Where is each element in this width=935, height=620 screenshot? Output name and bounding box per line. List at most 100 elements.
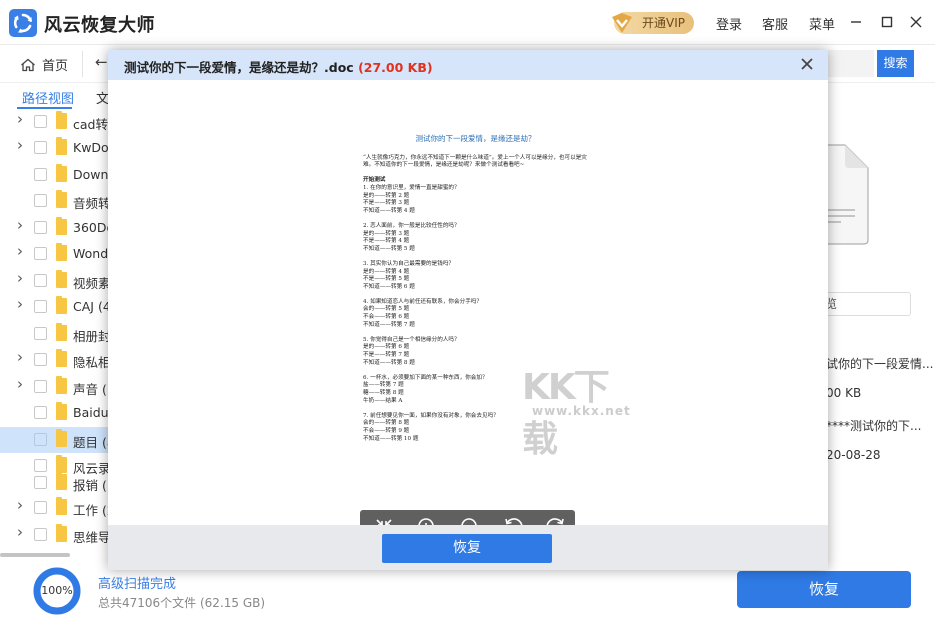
view-tabs: 路径视图 文 — [0, 83, 120, 109]
chevron-right-icon[interactable]: › — [17, 136, 23, 154]
question-text: 3. 其实你认为自己最需要的是钱吗？ — [363, 260, 455, 267]
tree-item-checkbox[interactable] — [34, 476, 47, 489]
chevron-right-icon[interactable]: › — [17, 523, 23, 541]
question-option: 不会——转第 6 题 — [363, 314, 410, 321]
tree-item-checkbox[interactable] — [34, 501, 47, 514]
preview-button[interactable]: 览 — [818, 292, 911, 316]
tree-item[interactable]: › cad转换 — [0, 109, 120, 135]
tree-item-checkbox[interactable] — [34, 433, 47, 446]
tree-item[interactable]: 题目 (8 — [0, 427, 120, 453]
folder-icon — [56, 111, 67, 129]
tree-item[interactable]: › 视频素材 — [0, 268, 120, 294]
tree-item-checkbox[interactable] — [34, 353, 47, 366]
home-button[interactable]: 首页 — [20, 55, 68, 74]
dialog-title: 测试你的下一段爱情，是缘还是劫？.doc (27.00 KB) — [124, 57, 433, 76]
tree-item-checkbox[interactable] — [34, 115, 47, 128]
chevron-right-icon[interactable]: › — [17, 348, 23, 366]
file-size-value: 00 KB — [826, 386, 862, 400]
app-window: 风云恢复大师 开通VIP 登录 客服 菜单 首页 ← 或路径 — [0, 0, 935, 620]
document-preview: 测试你的下一段爱情，是缘还是劫？ “人生就像巧克力，你永远不知道下一颗是什么味道… — [108, 80, 828, 544]
tree-item[interactable]: › Wonde — [0, 241, 120, 267]
minimize-icon[interactable] — [847, 12, 865, 30]
tree-item-checkbox[interactable] — [34, 274, 47, 287]
question-option: 不知道——转第 7 题 — [363, 321, 415, 328]
dialog-footer: 恢复 — [108, 525, 828, 570]
file-size: (27.00 KB) — [358, 60, 433, 75]
tree-item[interactable]: 音频转换 — [0, 188, 120, 214]
search-button[interactable]: 搜索 — [877, 50, 914, 77]
chevron-right-icon[interactable]: › — [17, 295, 23, 313]
maximize-icon[interactable] — [878, 12, 896, 30]
question-option: 会的——转第 5 题 — [363, 306, 410, 313]
menu-link[interactable]: 菜单 — [809, 14, 835, 33]
folder-icon — [56, 296, 67, 314]
folder-icon — [56, 243, 67, 261]
question-option: 不是——转第 5 题 — [363, 276, 410, 283]
chevron-right-icon[interactable]: › — [17, 496, 23, 514]
tree-item-checkbox[interactable] — [34, 221, 47, 234]
folder-icon — [56, 137, 67, 155]
document-page: 测试你的下一段爱情，是缘还是劫？ “人生就像巧克力，你永远不知道下一颗是什么味道… — [363, 135, 588, 443]
tree-item[interactable]: Downl — [0, 162, 120, 188]
question-option: 不是——转第 4 题 — [363, 238, 410, 245]
file-type-icon — [825, 144, 869, 245]
folder-icon — [56, 497, 67, 515]
vip-button[interactable]: 开通VIP — [612, 12, 694, 34]
question-option: 盐——转第 7 题 — [363, 382, 404, 389]
tree-item[interactable]: › 声音 (1 — [0, 374, 120, 400]
question-option: 不是——转第 3 题 — [363, 200, 410, 207]
chevron-right-icon[interactable]: › — [17, 242, 23, 260]
app-title: 风云恢复大师 — [44, 15, 155, 36]
tree-item[interactable]: 相册封面 — [0, 321, 120, 347]
tree-item-checkbox[interactable] — [34, 168, 47, 181]
file-name-value: 试你的下一段爱情... — [826, 357, 934, 371]
folder-icon — [56, 429, 67, 447]
question-option: 牛奶——结果 A — [363, 397, 403, 404]
close-icon[interactable] — [798, 55, 816, 73]
home-label: 首页 — [42, 59, 69, 74]
tree-item-label: CAJ (4 — [73, 299, 111, 314]
close-icon[interactable] — [907, 12, 925, 30]
tree-item-checkbox[interactable] — [34, 141, 47, 154]
tree-item-checkbox[interactable] — [34, 528, 47, 541]
question-option: 不知道——转第 6 题 — [363, 283, 415, 290]
question-option: 不知道——转第 4 题 — [363, 207, 415, 214]
progress-percent: 100% — [41, 584, 73, 597]
tree-item[interactable]: › CAJ (4 — [0, 294, 120, 320]
tree-item-checkbox[interactable] — [34, 194, 47, 207]
folder-icon — [56, 270, 67, 288]
folder-icon — [56, 402, 67, 420]
customer-service-link[interactable]: 客服 — [762, 14, 788, 33]
tree-item-checkbox[interactable] — [34, 300, 47, 313]
document-intro: “人生就像巧克力，你永远不知道下一颗是什么味道”。爱上一个人可以是缘分，也可以是… — [363, 154, 587, 169]
tree-item-checkbox[interactable] — [34, 247, 47, 260]
tree-item[interactable]: › 360Do — [0, 215, 120, 241]
chevron-right-icon[interactable]: › — [17, 269, 23, 287]
tree-horizontal-scrollbar[interactable] — [0, 553, 70, 557]
chevron-right-icon[interactable]: › — [17, 216, 23, 234]
tree-item-checkbox[interactable] — [34, 406, 47, 419]
document-title: 测试你的下一段爱情，是缘还是劫？ — [415, 134, 536, 143]
folder-icon — [56, 524, 67, 542]
tab-path-view[interactable]: 路径视图 — [22, 88, 74, 107]
tree-item[interactable]: › KwDow — [0, 135, 120, 161]
chevron-right-icon[interactable]: › — [17, 375, 23, 393]
tree-item-checkbox[interactable] — [34, 380, 47, 393]
question-option: 糖——转第 8 题 — [363, 390, 404, 396]
recover-button[interactable]: 恢复 — [737, 571, 911, 608]
tree-item[interactable]: BaiduN — [0, 400, 120, 426]
question-option: 会的——转第 8 题 — [363, 420, 410, 427]
question-list: 1. 在你的意识里，爱情一直是甜蜜的？ 是的——转第 2 题不是——转第 3 题不… — [363, 185, 588, 443]
tree-item[interactable]: › 思维导图 — [0, 522, 120, 548]
folder-icon — [56, 349, 67, 367]
tree-item-checkbox[interactable] — [34, 327, 47, 340]
dialog-recover-button[interactable]: 恢复 — [382, 534, 552, 563]
tree-item[interactable]: › 隐私相册 — [0, 347, 120, 373]
login-link[interactable]: 登录 — [716, 14, 742, 33]
arrow-left-icon[interactable]: ← — [95, 53, 108, 71]
tree-item[interactable]: 报销 (1 — [0, 470, 120, 496]
vip-label: 开通VIP — [642, 16, 685, 30]
folder-icon — [56, 190, 67, 208]
tree-item[interactable]: › 工作 (2 — [0, 495, 120, 521]
chevron-right-icon[interactable]: › — [17, 110, 23, 128]
